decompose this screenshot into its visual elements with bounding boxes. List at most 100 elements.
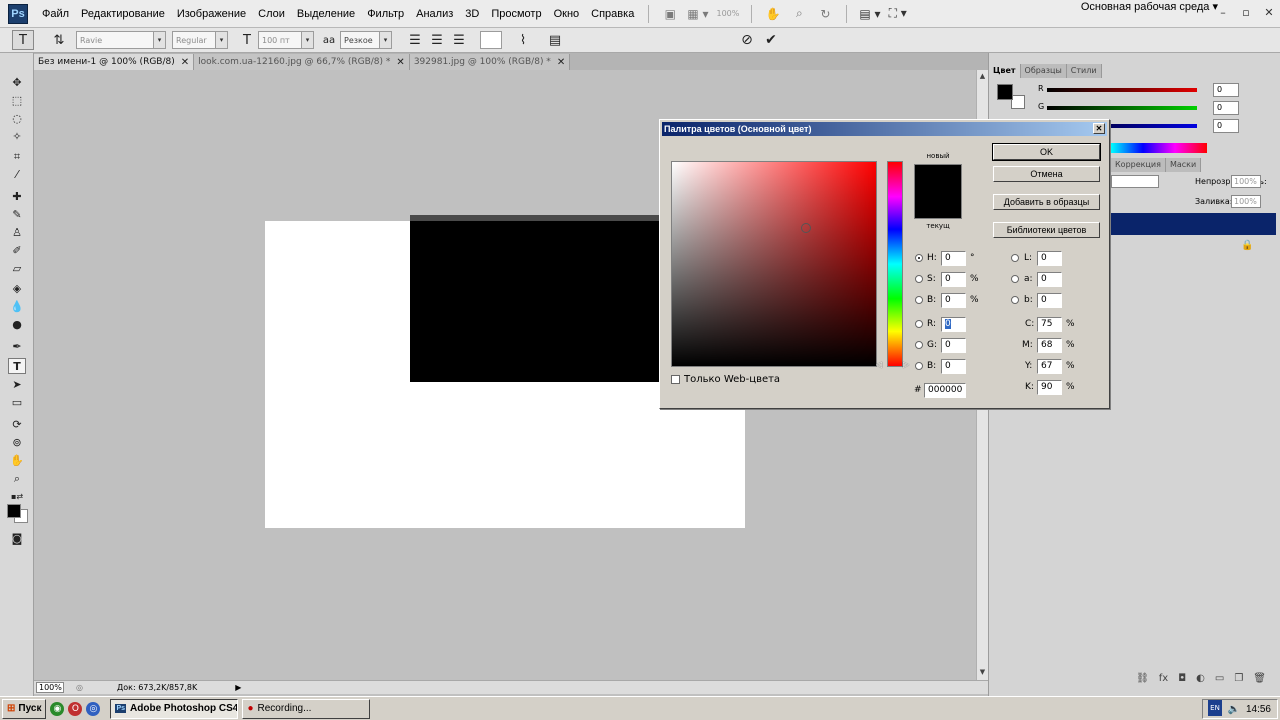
- move-tool-icon[interactable]: ✥: [8, 75, 26, 91]
- hue-radio[interactable]: [915, 254, 923, 262]
- brightness-field[interactable]: 0: [941, 293, 966, 308]
- menu-filter[interactable]: Фильтр: [361, 0, 410, 28]
- add-to-swatches-button[interactable]: Добавить в образцы: [993, 194, 1100, 210]
- layer-style-icon[interactable]: fx: [1159, 673, 1168, 691]
- scroll-down-icon[interactable]: ▼: [977, 666, 988, 678]
- taskbar-photoshop[interactable]: Ps Adobe Photoshop CS4...: [110, 698, 239, 719]
- menu-layers[interactable]: Слои: [252, 0, 291, 28]
- clock[interactable]: 14:56: [1246, 704, 1271, 715]
- character-panel-icon[interactable]: ▤: [544, 30, 566, 50]
- quick-mask-icon[interactable]: ◙: [8, 531, 26, 547]
- tab-color[interactable]: Цвет: [989, 64, 1021, 78]
- tab-masks[interactable]: Маски: [1165, 158, 1202, 172]
- blur-tool-icon[interactable]: 💧: [8, 299, 26, 315]
- align-center-icon[interactable]: ☰: [426, 30, 448, 50]
- web-colors-checkbox[interactable]: [671, 375, 680, 384]
- yellow-field[interactable]: 67: [1037, 359, 1062, 374]
- quicklaunch-opera-icon[interactable]: O: [68, 701, 83, 716]
- quicklaunch-chrome-icon[interactable]: ◎: [86, 701, 101, 716]
- 3d-rotate-tool-icon[interactable]: ⟳: [8, 417, 26, 433]
- zoom-level-dropdown[interactable]: 100%: [717, 4, 740, 24]
- foreground-color-swatch[interactable]: [7, 504, 21, 518]
- tab-styles[interactable]: Стили: [1066, 64, 1102, 78]
- menu-help[interactable]: Справка: [585, 0, 640, 28]
- blend-mode-select[interactable]: [1111, 175, 1159, 188]
- saturation-field[interactable]: 0: [941, 272, 966, 287]
- font-family-select[interactable]: Ravie ▾: [76, 31, 166, 49]
- blue-value-field[interactable]: 0: [1213, 119, 1239, 133]
- zoom-icon[interactable]: ⌕: [790, 4, 808, 24]
- healing-brush-tool-icon[interactable]: ✚: [8, 189, 26, 205]
- menu-view[interactable]: Просмотр: [485, 0, 547, 28]
- tab-swatches[interactable]: Образцы: [1020, 64, 1067, 78]
- cyan-field[interactable]: 75: [1037, 317, 1062, 332]
- menu-select[interactable]: Выделение: [291, 0, 361, 28]
- saturation-radio[interactable]: [915, 275, 923, 283]
- green-slider[interactable]: [1047, 106, 1197, 110]
- red-radio[interactable]: [915, 320, 923, 328]
- align-right-icon[interactable]: ☰: [448, 30, 470, 50]
- b-field[interactable]: 0: [1037, 293, 1062, 308]
- volume-icon[interactable]: 🔈: [1228, 704, 1240, 715]
- dodge-tool-icon[interactable]: ●: [8, 317, 26, 333]
- b-radio[interactable]: [1011, 296, 1019, 304]
- menu-image[interactable]: Изображение: [171, 0, 252, 28]
- new-layer-icon[interactable]: ❐: [1234, 673, 1243, 691]
- delete-layer-icon[interactable]: 🗑: [1253, 673, 1266, 691]
- menu-analysis[interactable]: Анализ: [410, 0, 459, 28]
- clone-stamp-tool-icon[interactable]: ♙: [8, 225, 26, 241]
- brush-tool-icon[interactable]: ✎: [8, 207, 26, 223]
- minimize-icon[interactable]: –: [1216, 6, 1230, 20]
- new-group-icon[interactable]: ▭: [1215, 673, 1224, 691]
- color-libraries-button[interactable]: Библиотеки цветов: [993, 222, 1100, 238]
- red-value-field[interactable]: 0: [1213, 83, 1239, 97]
- scroll-up-icon[interactable]: ▲: [977, 70, 988, 82]
- black-layer[interactable]: [410, 221, 660, 382]
- pen-tool-icon[interactable]: ✒: [8, 339, 26, 355]
- lightness-radio[interactable]: [1011, 254, 1019, 262]
- text-tool-preset-icon[interactable]: T: [12, 30, 34, 50]
- default-colors-icon[interactable]: ▪⇄: [8, 489, 26, 505]
- tab-adjustments[interactable]: Коррекция: [1111, 158, 1166, 172]
- document-tab[interactable]: 392981.jpg @ 100% (RGB/8) * ✕: [409, 54, 571, 70]
- green-value-field[interactable]: 0: [1213, 101, 1239, 115]
- close-tab-icon[interactable]: ✕: [557, 57, 565, 68]
- close-tab-icon[interactable]: ✕: [181, 57, 189, 68]
- hue-slider-left-arrow-icon[interactable]: ◁: [876, 360, 882, 369]
- eyedropper-tool-icon[interactable]: ⁄: [8, 167, 26, 183]
- ok-button[interactable]: OK: [992, 143, 1101, 161]
- brightness-radio[interactable]: [915, 296, 923, 304]
- type-tool-icon[interactable]: T: [8, 358, 26, 374]
- 3d-orbit-tool-icon[interactable]: ⊚: [8, 435, 26, 451]
- font-size-select[interactable]: 100 пт ▾: [258, 31, 314, 49]
- lightness-field[interactable]: 0: [1037, 251, 1062, 266]
- black-field[interactable]: 90: [1037, 380, 1062, 395]
- path-selection-tool-icon[interactable]: ➤: [8, 377, 26, 393]
- opacity-field[interactable]: 100%: [1231, 175, 1261, 188]
- hue-field[interactable]: 0: [941, 251, 966, 266]
- launch-bridge-icon[interactable]: ▣: [661, 4, 679, 24]
- history-brush-tool-icon[interactable]: ✐: [8, 243, 26, 259]
- magic-wand-tool-icon[interactable]: ✧: [8, 129, 26, 145]
- quicklaunch-browser-icon[interactable]: ◉: [50, 701, 65, 716]
- menu-file[interactable]: Файл: [36, 0, 75, 28]
- document-tab[interactable]: look.com.ua-12160.jpg @ 66,7% (RGB/8) * ✕: [194, 54, 410, 70]
- blue-field[interactable]: 0: [941, 359, 966, 374]
- status-menu-arrow-icon[interactable]: ▶: [235, 683, 241, 692]
- cancel-edits-icon[interactable]: ⊘: [736, 30, 758, 50]
- workspace-switcher[interactable]: Основная рабочая среда ▾: [1081, 0, 1218, 28]
- panel-background-swatch[interactable]: [1011, 95, 1025, 109]
- hue-slider[interactable]: [887, 161, 903, 367]
- zoom-tool-icon[interactable]: ⌕: [8, 471, 26, 487]
- align-left-icon[interactable]: ☰: [404, 30, 426, 50]
- add-mask-icon[interactable]: ◘: [1178, 673, 1186, 691]
- text-color-swatch[interactable]: [480, 31, 502, 49]
- commit-edits-icon[interactable]: ✔: [760, 30, 782, 50]
- taskbar-recording[interactable]: ● Recording...: [242, 698, 371, 719]
- text-orientation-icon[interactable]: ⇅: [48, 30, 70, 50]
- rotate-view-icon[interactable]: ↻: [816, 4, 834, 24]
- view-extras-icon[interactable]: ▦ ▾: [687, 4, 708, 24]
- green-field[interactable]: 0: [941, 338, 966, 353]
- color-field[interactable]: [671, 161, 877, 367]
- fill-field[interactable]: 100%: [1231, 195, 1261, 208]
